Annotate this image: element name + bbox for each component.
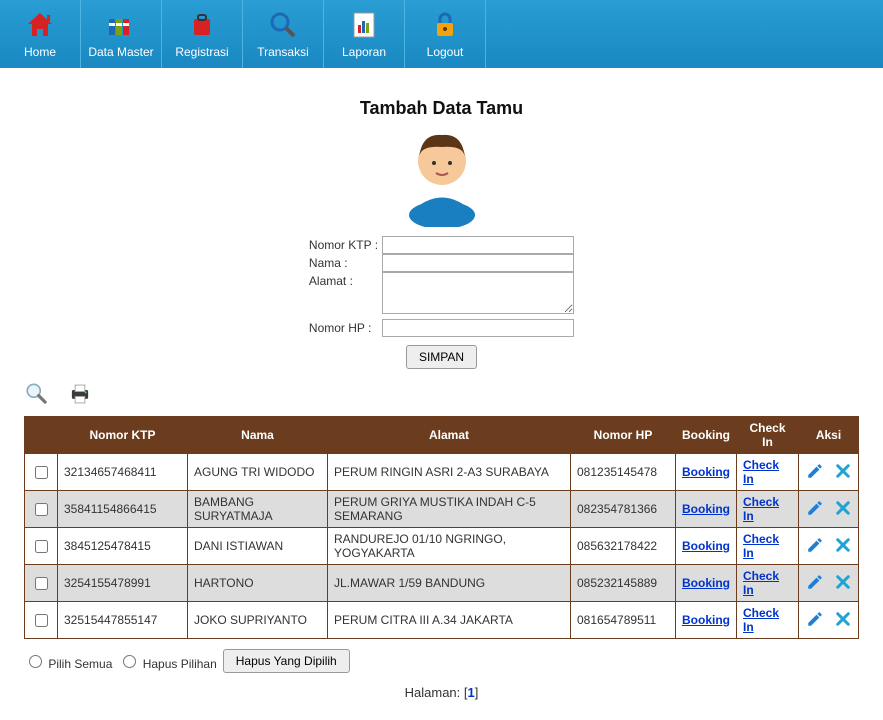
save-button[interactable]: SIMPAN xyxy=(406,345,477,369)
checkin-link[interactable]: Check In xyxy=(743,495,779,523)
cell-ktp: 32515447855147 xyxy=(58,602,188,639)
checkin-link[interactable]: Check In xyxy=(743,569,779,597)
guest-form: Nomor KTP : Nama : Alamat : Nomor HP : xyxy=(307,236,576,337)
nav-transaksi-label: Transaksi xyxy=(257,45,309,59)
nav-registrasi[interactable]: Registrasi xyxy=(162,0,243,68)
cell-alamat: PERUM RINGIN ASRI 2-A3 SURABAYA xyxy=(328,454,571,491)
th-alamat: Alamat xyxy=(328,417,571,454)
edit-icon[interactable] xyxy=(806,536,824,557)
print-tool-icon[interactable] xyxy=(66,381,94,410)
table-row: 32134657468411AGUNG TRI WIDODOPERUM RING… xyxy=(25,454,859,491)
th-aksi: Aksi xyxy=(799,417,859,454)
nav-logout[interactable]: Logout xyxy=(405,0,486,68)
home-icon xyxy=(24,9,56,41)
edit-icon[interactable] xyxy=(806,573,824,594)
booking-link[interactable]: Booking xyxy=(682,465,730,479)
folders-icon xyxy=(105,9,137,41)
table-row: 3845125478415DANI ISTIAWANRANDUREJO 01/1… xyxy=(25,528,859,565)
nav-laporan-label: Laporan xyxy=(342,45,386,59)
label-hp: Nomor HP : xyxy=(307,319,380,337)
row-checkbox[interactable] xyxy=(35,540,48,553)
nav-data-master-label: Data Master xyxy=(88,45,153,59)
cell-ktp: 35841154866415 xyxy=(58,491,188,528)
guest-table: Nomor KTP Nama Alamat Nomor HP Booking C… xyxy=(24,416,859,639)
clear-sel-radio[interactable] xyxy=(123,655,136,668)
nav-home[interactable]: Home xyxy=(0,0,81,68)
delete-icon[interactable] xyxy=(834,536,852,557)
row-checkbox[interactable] xyxy=(35,503,48,516)
nav-home-label: Home xyxy=(24,45,56,59)
checkin-link[interactable]: Check In xyxy=(743,532,779,560)
cell-hp: 082354781366 xyxy=(571,491,676,528)
input-alamat[interactable] xyxy=(382,272,574,314)
checkin-link[interactable]: Check In xyxy=(743,606,779,634)
report-icon xyxy=(348,9,380,41)
nav-data-master[interactable]: Data Master xyxy=(81,0,162,68)
cell-nama: AGUNG TRI WIDODO xyxy=(188,454,328,491)
row-checkbox[interactable] xyxy=(35,466,48,479)
th-hp: Nomor HP xyxy=(571,417,676,454)
cell-hp: 085632178422 xyxy=(571,528,676,565)
nav-laporan[interactable]: Laporan xyxy=(324,0,405,68)
booking-link[interactable]: Booking xyxy=(682,539,730,553)
avatar xyxy=(24,127,859,230)
select-all-radio-wrap[interactable]: Pilih Semua xyxy=(24,652,112,671)
page-number[interactable]: 1 xyxy=(468,685,475,700)
edit-icon[interactable] xyxy=(806,499,824,520)
delete-icon[interactable] xyxy=(834,499,852,520)
row-checkbox[interactable] xyxy=(35,614,48,627)
cell-alamat: JL.MAWAR 1/59 BANDUNG xyxy=(328,565,571,602)
search-icon xyxy=(267,9,299,41)
table-row: 3254155478991HARTONOJL.MAWAR 1/59 BANDUN… xyxy=(25,565,859,602)
cell-hp: 081654789511 xyxy=(571,602,676,639)
table-row: 32515447855147JOKO SUPRIYANTOPERUM CITRA… xyxy=(25,602,859,639)
cell-alamat: RANDUREJO 01/10 NGRINGO, YOGYAKARTA xyxy=(328,528,571,565)
booking-link[interactable]: Booking xyxy=(682,502,730,516)
table-row: 35841154866415BAMBANG SURYATMAJAPERUM GR… xyxy=(25,491,859,528)
label-ktp: Nomor KTP : xyxy=(307,236,380,254)
delete-icon[interactable] xyxy=(834,573,852,594)
lock-icon xyxy=(429,9,461,41)
nav-logout-label: Logout xyxy=(427,45,464,59)
person-icon xyxy=(397,127,487,227)
input-nama[interactable] xyxy=(382,254,574,272)
checkin-link[interactable]: Check In xyxy=(743,458,779,486)
edit-icon[interactable] xyxy=(806,610,824,631)
label-alamat: Alamat : xyxy=(307,272,380,319)
cell-nama: DANI ISTIAWAN xyxy=(188,528,328,565)
delete-icon[interactable] xyxy=(834,462,852,483)
page-title: Tambah Data Tamu xyxy=(24,98,859,119)
cell-hp: 081235145478 xyxy=(571,454,676,491)
select-all-radio[interactable] xyxy=(29,655,42,668)
delete-selected-button[interactable]: Hapus Yang Dipilih xyxy=(223,649,350,673)
top-nav: Home Data Master Registrasi Transaksi La… xyxy=(0,0,883,68)
cell-hp: 085232145889 xyxy=(571,565,676,602)
th-nama: Nama xyxy=(188,417,328,454)
delete-icon[interactable] xyxy=(834,610,852,631)
cell-nama: BAMBANG SURYATMAJA xyxy=(188,491,328,528)
nav-transaksi[interactable]: Transaksi xyxy=(243,0,324,68)
th-checkin: Check In xyxy=(737,417,799,454)
cell-alamat: PERUM GRIYA MUSTIKA INDAH C-5 SEMARANG xyxy=(328,491,571,528)
booking-link[interactable]: Booking xyxy=(682,613,730,627)
input-hp[interactable] xyxy=(382,319,574,337)
cell-alamat: PERUM CITRA III A.34 JAKARTA xyxy=(328,602,571,639)
clear-sel-radio-wrap[interactable]: Hapus Pilihan xyxy=(118,652,216,671)
edit-icon[interactable] xyxy=(806,462,824,483)
cell-ktp: 32134657468411 xyxy=(58,454,188,491)
pagination: Halaman: [1] xyxy=(24,685,859,700)
cell-ktp: 3845125478415 xyxy=(58,528,188,565)
cell-nama: JOKO SUPRIYANTO xyxy=(188,602,328,639)
suitcase-icon xyxy=(186,9,218,41)
input-ktp[interactable] xyxy=(382,236,574,254)
cell-nama: HARTONO xyxy=(188,565,328,602)
row-checkbox[interactable] xyxy=(35,577,48,590)
search-tool-icon[interactable] xyxy=(24,381,50,410)
cell-ktp: 3254155478991 xyxy=(58,565,188,602)
th-booking: Booking xyxy=(676,417,737,454)
th-ktp: Nomor KTP xyxy=(58,417,188,454)
label-nama: Nama : xyxy=(307,254,380,272)
booking-link[interactable]: Booking xyxy=(682,576,730,590)
nav-registrasi-label: Registrasi xyxy=(175,45,228,59)
